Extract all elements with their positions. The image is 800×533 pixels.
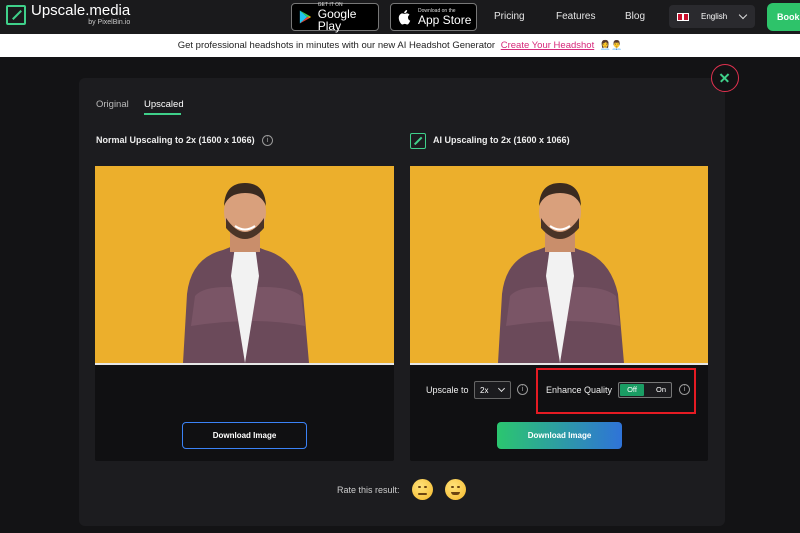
google-play-button[interactable]: GET IT ON Google Play <box>291 2 379 33</box>
nav-link-blog[interactable]: Blog <box>625 11 645 22</box>
language-label: English <box>701 12 728 21</box>
app-store-label: App Store <box>418 12 472 27</box>
download-ai-button[interactable]: Download Image <box>497 422 622 449</box>
man-portrait-image-ai <box>498 183 624 363</box>
apple-icon <box>398 10 411 25</box>
download-normal-button[interactable]: Download Image <box>182 422 307 449</box>
google-play-label: Google Play <box>317 6 357 33</box>
announcement-banner: Get professional headshots in minutes wi… <box>0 34 800 57</box>
ai-upscaling-card <box>410 166 708 461</box>
nav-link-features[interactable]: Features <box>556 11 595 22</box>
chevron-down-icon <box>738 10 748 20</box>
top-nav: Upscale.media by PixelBin.io GET IT ON G… <box>0 0 800 34</box>
logo-subtitle: by PixelBin.io <box>88 19 131 26</box>
tab-original[interactable]: Original <box>96 99 129 110</box>
uk-flag-icon <box>677 12 689 21</box>
headshot-emoji: 👩‍💼👨‍💼 <box>599 40 623 50</box>
book-button[interactable]: Book <box>767 3 800 31</box>
upscale-factor-select[interactable]: 2x <box>474 381 511 399</box>
upscaled-image-normal <box>95 166 394 363</box>
logo-name: Upscale.media <box>31 2 131 19</box>
upscaled-image-ai <box>410 166 708 363</box>
app-store-button[interactable]: Download on the App Store <box>390 3 477 31</box>
enhance-quality-label: Enhance Quality <box>546 385 613 395</box>
upscale-logo-icon <box>6 4 26 25</box>
grinning-face-icon[interactable] <box>445 479 466 500</box>
tab-upscaled[interactable]: Upscaled <box>144 99 184 110</box>
upscale-factor-value: 2x <box>480 386 489 395</box>
upscale-info-icon[interactable]: i <box>517 384 528 395</box>
nav-link-pricing[interactable]: Pricing <box>494 11 525 22</box>
ai-upscale-icon <box>410 133 426 149</box>
create-headshot-link[interactable]: Create Your Headshot <box>501 40 594 51</box>
language-selector[interactable]: English <box>669 5 755 28</box>
normal-upscaling-title: Normal Upscaling to 2x (1600 x 1066) <box>96 135 255 145</box>
toggle-off-option[interactable]: Off <box>620 384 644 396</box>
info-icon[interactable]: i <box>262 135 273 146</box>
enhance-quality-toggle[interactable]: Off On <box>618 382 672 398</box>
ai-upscaling-title: AI Upscaling to 2x (1600 x 1066) <box>433 135 570 145</box>
active-tab-indicator <box>144 113 181 115</box>
upscale-to-label: Upscale to <box>426 385 469 395</box>
normal-upscaling-card <box>95 166 394 461</box>
rate-result-label: Rate this result: <box>337 485 400 495</box>
toggle-on-option[interactable]: On <box>652 384 670 396</box>
unamused-face-icon[interactable] <box>412 479 433 500</box>
banner-text: Get professional headshots in minutes wi… <box>177 40 496 51</box>
logo[interactable]: Upscale.media by PixelBin.io <box>6 3 130 26</box>
enhance-info-icon[interactable]: i <box>679 384 690 395</box>
google-play-icon <box>299 10 311 24</box>
man-portrait-image <box>183 183 309 363</box>
chevron-down-icon <box>497 384 506 393</box>
close-button[interactable] <box>711 64 739 92</box>
